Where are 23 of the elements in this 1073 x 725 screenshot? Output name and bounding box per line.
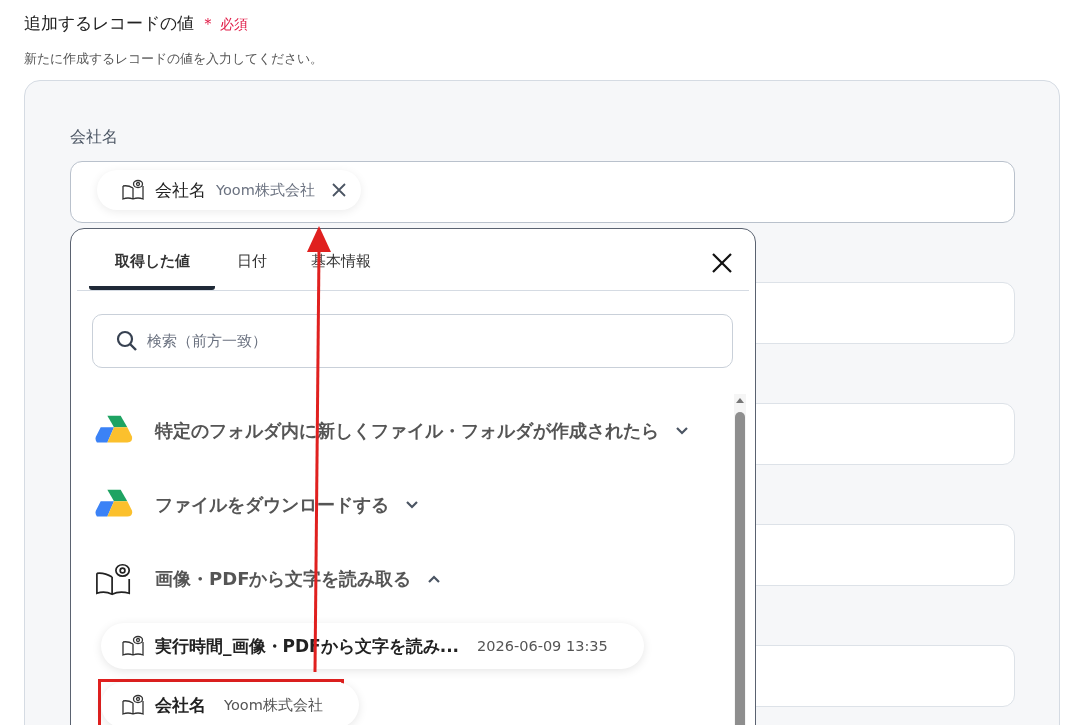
field-label: 会社名 xyxy=(70,127,119,148)
scrollbar[interactable] xyxy=(734,394,746,725)
book-eye-icon xyxy=(95,561,133,597)
section-title: 追加するレコードの値 xyxy=(24,12,194,35)
search-field[interactable]: 検索（前方一致） xyxy=(92,314,733,368)
book-eye-icon xyxy=(121,178,145,202)
remove-icon[interactable] xyxy=(330,182,347,198)
value-chip[interactable]: 会社名 Yoom株式会社 xyxy=(101,682,359,725)
required-mark: ＊ xyxy=(200,14,216,35)
close-icon[interactable] xyxy=(711,252,733,274)
section-description: 新たに作成するレコードの値を入力してください。 xyxy=(24,51,324,68)
chevron-down-icon[interactable] xyxy=(405,500,419,510)
value-chip[interactable]: 会社名 Yoom株式会社 xyxy=(97,170,361,210)
input-field[interactable]: 会社名 Yoom株式会社 xyxy=(70,161,1015,223)
search-icon xyxy=(116,330,138,352)
book-eye-icon xyxy=(121,693,145,717)
book-eye-icon xyxy=(121,634,145,658)
tab[interactable]: 日付 xyxy=(215,229,289,290)
required-label: 必須 xyxy=(220,16,248,34)
group-title[interactable]: ファイルをダウンロードする xyxy=(155,493,389,517)
tab[interactable]: 取得した値 xyxy=(89,229,215,290)
chevron-down-icon[interactable] xyxy=(675,426,689,436)
chevron-up-icon[interactable] xyxy=(427,574,442,584)
